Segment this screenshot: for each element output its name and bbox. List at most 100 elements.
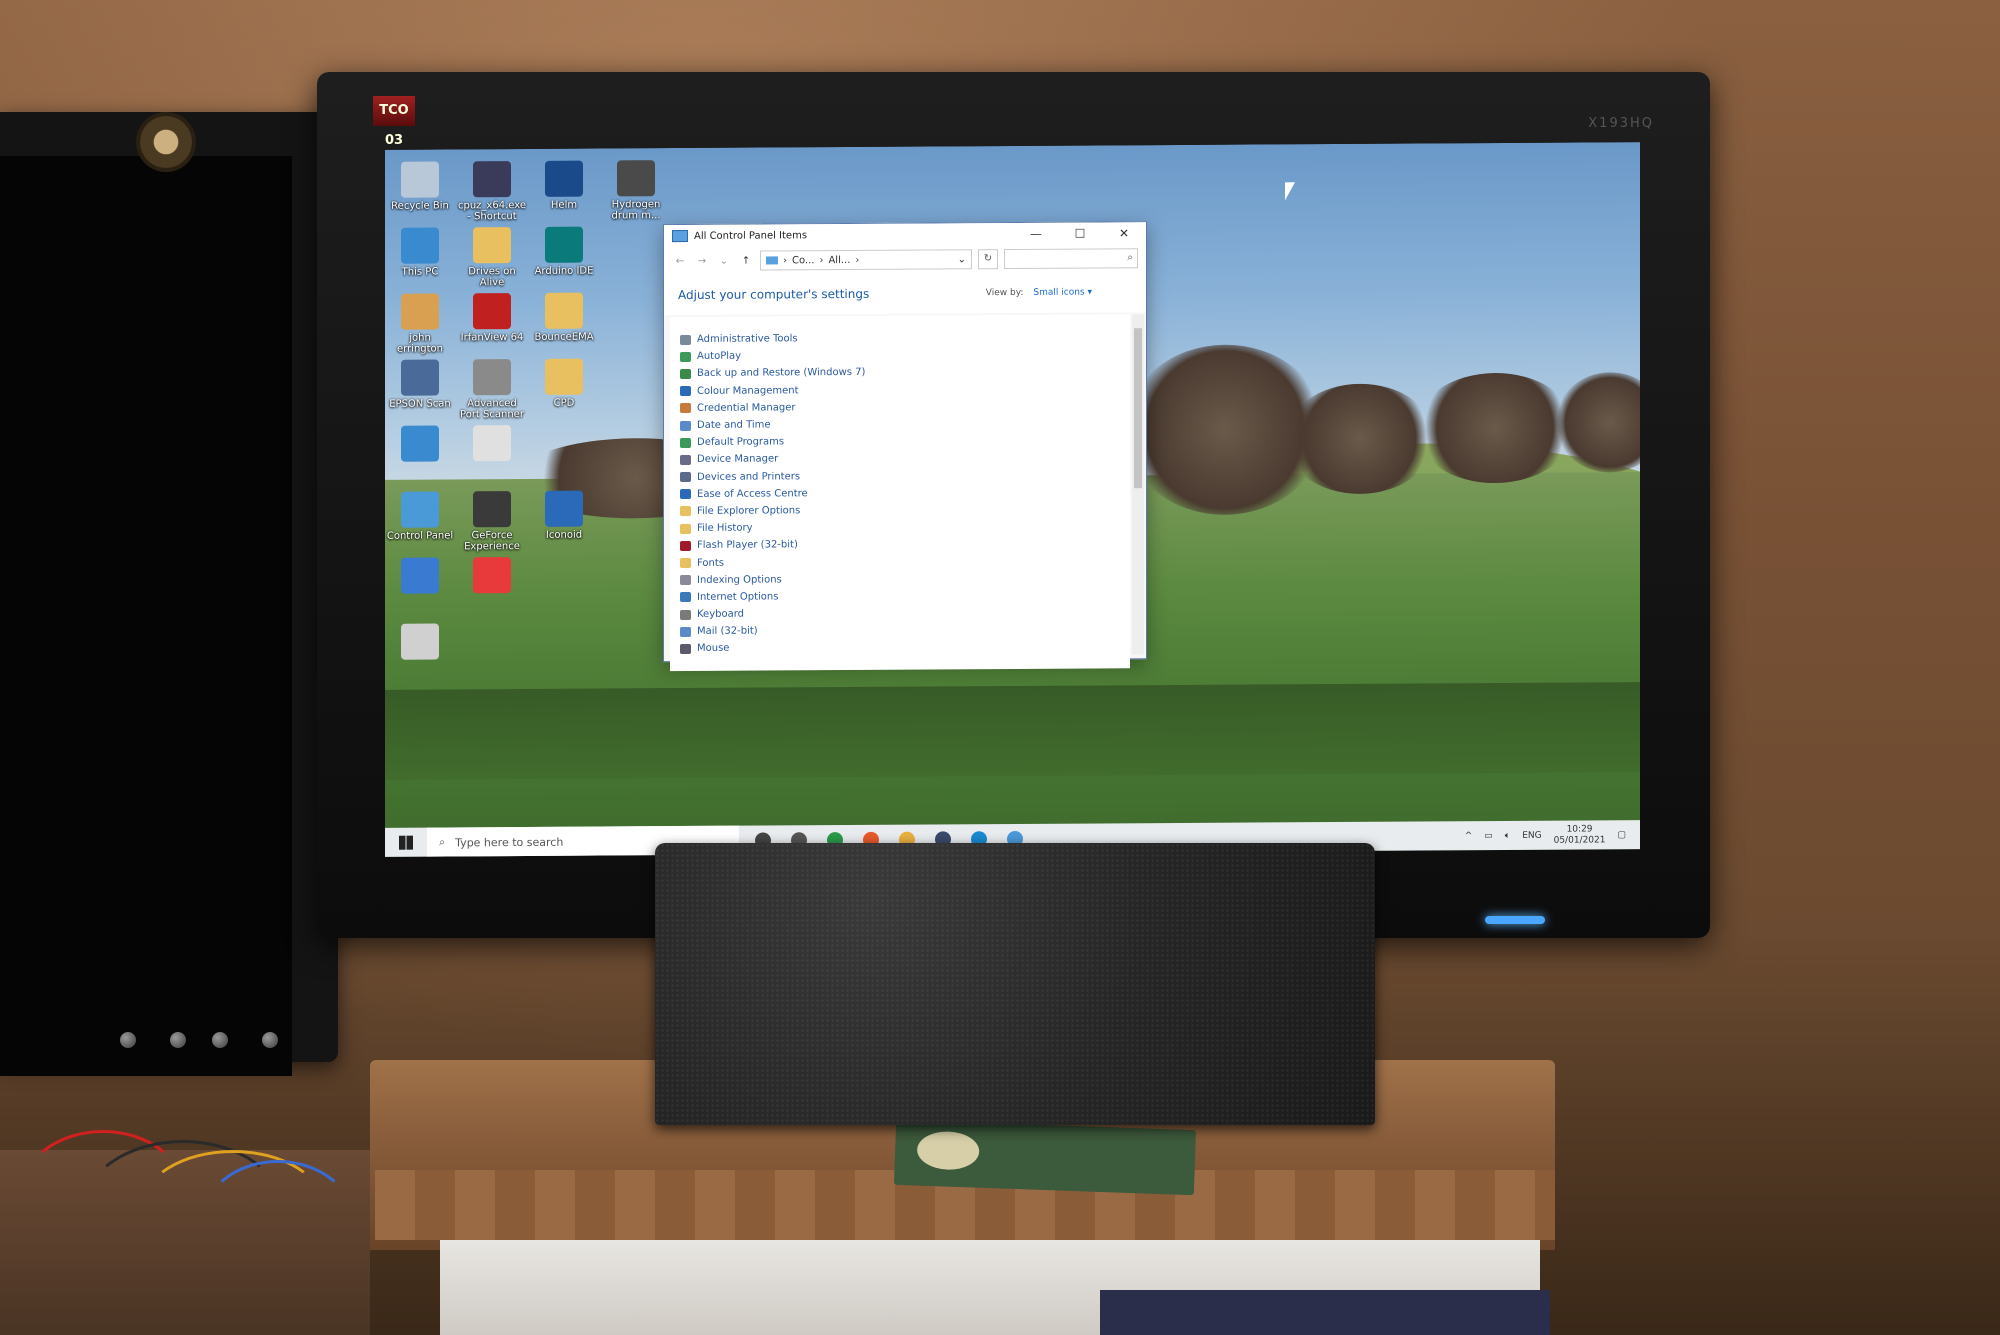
view-by-dropdown[interactable]: Small icons ▾ bbox=[1033, 288, 1092, 298]
wallpaper-shadow bbox=[385, 682, 1640, 780]
control-panel-item-label: Mouse bbox=[697, 643, 730, 655]
desktop-icon[interactable]: cpuz_x64.exe - Shortcut bbox=[457, 161, 527, 222]
monitor-button bbox=[120, 1032, 136, 1048]
this-pc-icon bbox=[401, 227, 439, 264]
up-arrow-icon[interactable]: ↑ bbox=[738, 255, 754, 266]
desktop-icon[interactable]: GeForce Experience bbox=[457, 491, 527, 552]
desktop-icon[interactable]: Arduino IDE bbox=[529, 226, 599, 277]
control-panel-item-label: Credential Manager bbox=[697, 402, 796, 414]
search-input[interactable]: ⌕ bbox=[1004, 248, 1138, 270]
control-panel-item-icon bbox=[680, 454, 691, 465]
minimize-button[interactable]: — bbox=[1014, 227, 1058, 241]
clock[interactable]: 10:29 05/01/2021 bbox=[1554, 824, 1606, 846]
system-tray: ^ ▭ 🔈︎ ENG 10:29 05/01/2021 ▢ bbox=[1465, 824, 1640, 847]
desktop-icon[interactable]: Iconoid bbox=[529, 490, 599, 541]
control-panel-item-label: Colour Management bbox=[697, 384, 799, 397]
breadcrumb-item[interactable]: Co... bbox=[792, 255, 814, 266]
cpuz-icon bbox=[473, 161, 511, 198]
window-title: All Control Panel Items bbox=[694, 229, 808, 242]
monitor-model-label: X193HQ bbox=[1588, 116, 1654, 131]
control-panel-item-icon bbox=[680, 626, 691, 637]
control-panel-item-icon bbox=[680, 540, 691, 551]
geforce-icon bbox=[473, 491, 511, 528]
desktop-icon[interactable] bbox=[385, 425, 455, 464]
clock-date: 05/01/2021 bbox=[1553, 835, 1606, 846]
network-icon[interactable]: ▭ bbox=[1484, 831, 1493, 841]
desktop-icon-label: cpuz_x64.exe - Shortcut bbox=[458, 199, 526, 223]
control-panel-item-label: Ease of Access Centre bbox=[697, 488, 808, 500]
back-arrow-icon[interactable]: ← bbox=[672, 255, 688, 267]
chevron-down-icon[interactable]: ⌄ bbox=[716, 255, 732, 266]
desktop-icon-label: Arduino IDE bbox=[534, 265, 594, 277]
folder bbox=[1100, 1290, 1550, 1335]
control-panel-item-icon bbox=[680, 575, 691, 586]
desktop-icon-label: Iconoid bbox=[545, 529, 583, 541]
control-panel-window[interactable]: All Control Panel Items — ☐ ✕ ← → ⌄ ↑ › … bbox=[663, 221, 1147, 672]
desktop-icon[interactable] bbox=[457, 557, 527, 596]
chevron-down-icon[interactable]: ⌄ bbox=[958, 254, 966, 265]
control-panel-icon bbox=[401, 491, 439, 528]
control-panel-item-icon bbox=[680, 368, 691, 379]
desktop-screen: Recycle Bin cpuz_x64.exe - Shortcut Helm Hy… bbox=[385, 142, 1640, 857]
control-panel-item-label: Date and Time bbox=[697, 419, 771, 431]
monitor-button bbox=[262, 1032, 278, 1048]
desktop-icon[interactable]: Helm bbox=[529, 160, 599, 211]
control-panel-header: Adjust your computer's settings View by:… bbox=[664, 272, 1146, 316]
language-indicator[interactable]: ENG bbox=[1522, 831, 1541, 841]
scrollbar[interactable] bbox=[1132, 314, 1144, 655]
desktop-icon[interactable] bbox=[385, 623, 455, 662]
search-placeholder: Type here to search bbox=[455, 835, 564, 849]
control-panel-item-icon bbox=[680, 609, 691, 620]
control-panel-item-icon bbox=[680, 403, 691, 414]
desktop-icon[interactable]: This PC bbox=[385, 227, 455, 278]
desktop-icon[interactable]: EPSON Scan bbox=[385, 359, 455, 410]
wallpaper-tree bbox=[1415, 372, 1575, 484]
scrollbar-thumb[interactable] bbox=[1134, 328, 1142, 489]
desktop-icon[interactable]: Advanced Port Scanner bbox=[457, 359, 527, 420]
desktop-icon[interactable]: CPD bbox=[529, 358, 599, 409]
desktop-icon[interactable]: Drives on Alive bbox=[457, 227, 527, 288]
volume-icon[interactable]: 🔈︎ bbox=[1505, 831, 1510, 841]
control-panel-item-label: Keyboard bbox=[697, 608, 745, 621]
close-button[interactable]: ✕ bbox=[1102, 226, 1146, 240]
desktop-icon[interactable]: Hydrogen drum m... bbox=[601, 160, 671, 221]
forward-arrow-icon[interactable]: → bbox=[694, 255, 710, 266]
window-titlebar[interactable]: All Control Panel Items — ☐ ✕ bbox=[664, 222, 1146, 248]
board-label bbox=[916, 1130, 980, 1171]
desktop-icon[interactable]: Control Panel bbox=[385, 491, 455, 542]
desktop-icon[interactable] bbox=[385, 557, 455, 596]
refresh-icon[interactable]: ↻ bbox=[978, 249, 998, 270]
helm-icon bbox=[545, 160, 583, 197]
breadcrumb-item[interactable]: All... bbox=[828, 254, 850, 265]
control-panel-item-icon bbox=[680, 334, 691, 345]
paint-net-icon bbox=[401, 557, 439, 594]
maximize-button[interactable]: ☐ bbox=[1058, 226, 1102, 241]
control-panel-item-icon bbox=[680, 557, 691, 569]
chevron-up-icon[interactable]: ^ bbox=[1465, 831, 1473, 841]
desktop-icon-label: Advanced Port Scanner bbox=[460, 398, 524, 421]
wallpaper-tree bbox=[1285, 383, 1435, 495]
recycle-bin-icon bbox=[401, 161, 439, 198]
control-panel-item-label: Default Programs bbox=[697, 436, 785, 449]
control-panel-item-label: Devices and Printers bbox=[697, 470, 801, 483]
monitor-button bbox=[212, 1032, 228, 1048]
monitor-button bbox=[170, 1032, 186, 1048]
control-panel-item-icon bbox=[680, 643, 691, 654]
network-icon bbox=[401, 425, 439, 462]
desktop-icon[interactable]: BounceEMA bbox=[529, 292, 599, 343]
desktop-icon-label: john errington bbox=[396, 332, 444, 355]
control-panel-item-label: Flash Player (32-bit) bbox=[697, 539, 798, 552]
notification-icon[interactable]: ▢ bbox=[1617, 830, 1626, 840]
wall-fixture bbox=[136, 112, 196, 172]
search-icon: ⌕ bbox=[439, 835, 446, 849]
start-button[interactable] bbox=[385, 828, 427, 857]
desktop-icon-label: IrfanView 64 bbox=[460, 331, 524, 344]
desktop-icon[interactable]: john errington bbox=[385, 293, 455, 355]
desktop-icon[interactable]: IrfanView 64 bbox=[457, 293, 527, 343]
control-panel-item[interactable]: Mouse bbox=[670, 638, 1130, 658]
address-bar[interactable]: › Co... › All... › ⌄ bbox=[760, 249, 972, 271]
desktop-icon-label: Control Panel bbox=[386, 530, 454, 542]
control-panel-item-icon bbox=[680, 437, 691, 448]
desktop-icon[interactable]: Recycle Bin bbox=[385, 161, 455, 212]
desktop-icon[interactable] bbox=[457, 425, 527, 464]
